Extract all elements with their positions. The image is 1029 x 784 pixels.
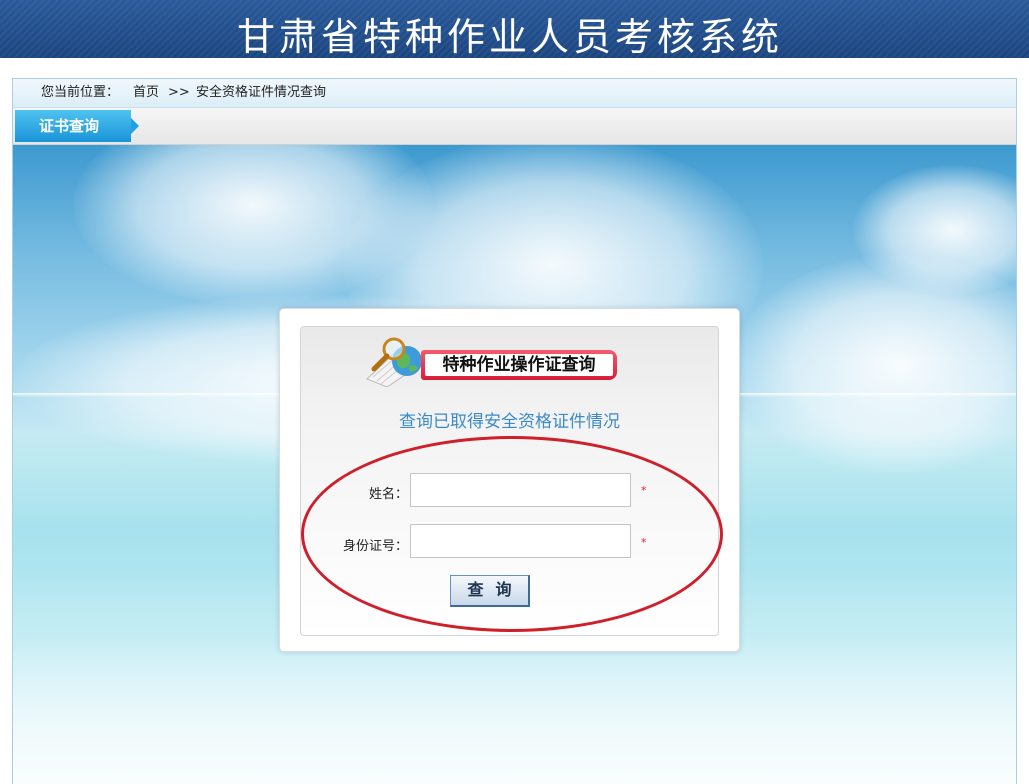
breadcrumb: 您当前位置： 首页 >> 安全资格证件情况查询 bbox=[13, 79, 1016, 108]
logo-title: 特种作业操作证查询 bbox=[425, 354, 613, 376]
breadcrumb-prefix: 您当前位置： bbox=[41, 85, 120, 100]
tab-certificate-query[interactable]: 证书查询 bbox=[15, 110, 139, 142]
app-header: 甘肃省特种作业人员考核系统 bbox=[0, 0, 1029, 58]
logo: 特种作业操作证查询 bbox=[363, 337, 623, 387]
system-title: 甘肃省特种作业人员考核系统 bbox=[236, 15, 783, 58]
breadcrumb-home-link[interactable]: 首页 bbox=[133, 79, 159, 107]
tab-bar: 证书查询 bbox=[13, 108, 1016, 145]
breadcrumb-current: 安全资格证件情况查询 bbox=[196, 85, 327, 100]
annotation-ellipse bbox=[301, 436, 723, 632]
logo-banner: 特种作业操作证查询 bbox=[421, 350, 617, 380]
breadcrumb-separator: >> bbox=[168, 85, 190, 100]
query-subtitle: 查询已取得安全资格证件情况 bbox=[399, 412, 620, 432]
